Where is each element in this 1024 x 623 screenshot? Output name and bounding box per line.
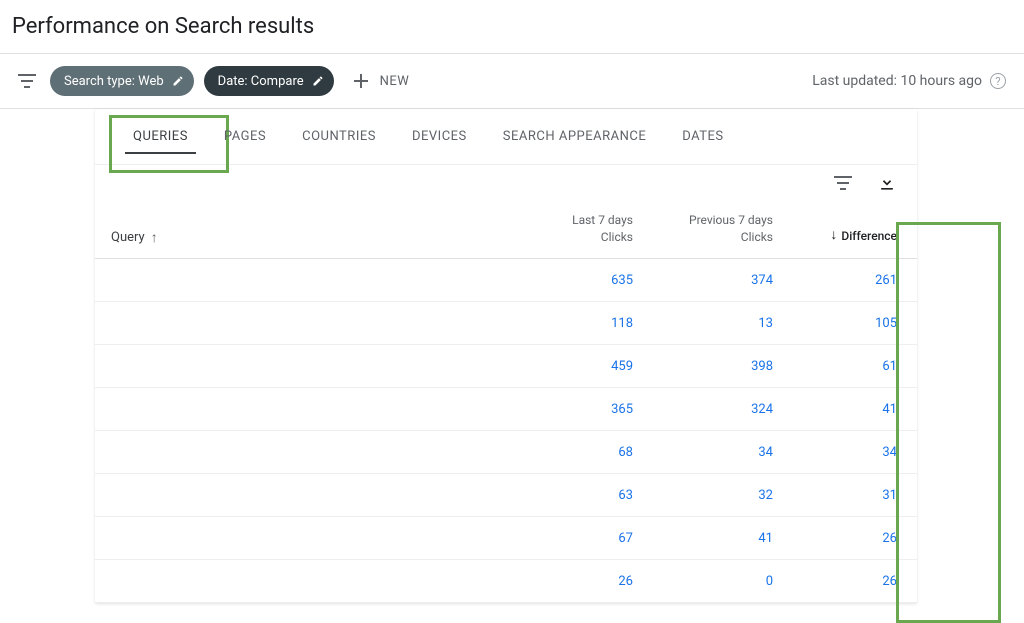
cell-prev-7: 41 <box>657 531 797 546</box>
cell-prev-7: 32 <box>657 488 797 503</box>
table-row[interactable]: 635374261 <box>95 259 917 302</box>
cell-difference: 31 <box>797 488 917 503</box>
chip-search-type-label: Search type: Web <box>64 74 164 89</box>
cell-last-7: 26 <box>527 574 657 589</box>
cell-last-7: 635 <box>527 273 657 288</box>
table-row[interactable]: 45939861 <box>95 345 917 388</box>
sort-asc-icon: ↑ <box>151 229 158 246</box>
chip-date-compare-label: Date: Compare <box>218 74 304 89</box>
column-last-7[interactable]: Last 7 days Clicks <box>527 212 657 246</box>
pencil-icon <box>172 75 184 87</box>
last-updated-text: Last updated: 10 hours ago <box>812 73 982 89</box>
cell-difference: 26 <box>797 531 917 546</box>
chip-search-type[interactable]: Search type: Web <box>50 66 194 96</box>
cell-difference: 26 <box>797 574 917 589</box>
tab-dates[interactable]: DATES <box>664 109 741 164</box>
table-tools <box>95 164 917 199</box>
sort-desc-icon: ↓ <box>830 226 837 246</box>
cell-last-7: 118 <box>527 316 657 331</box>
column-prev-7-l2: Clicks <box>657 229 773 246</box>
cell-last-7: 63 <box>527 488 657 503</box>
table-row[interactable]: 36532441 <box>95 388 917 431</box>
cell-prev-7: 13 <box>657 316 797 331</box>
cell-difference: 61 <box>797 359 917 374</box>
download-icon[interactable] <box>877 173 897 193</box>
table-header: Query ↑ Last 7 days Clicks Previous 7 da… <box>95 199 917 259</box>
table-filter-icon[interactable] <box>833 173 853 193</box>
cell-prev-7: 374 <box>657 273 797 288</box>
cell-difference: 41 <box>797 402 917 417</box>
pencil-icon <box>312 75 324 87</box>
cell-difference: 105 <box>797 316 917 331</box>
cell-last-7: 459 <box>527 359 657 374</box>
cell-last-7: 67 <box>527 531 657 546</box>
tab-countries[interactable]: COUNTRIES <box>284 109 394 164</box>
tab-search-appearance[interactable]: SEARCH APPEARANCE <box>485 109 664 164</box>
column-last-7-l1: Last 7 days <box>527 212 633 229</box>
cell-difference: 261 <box>797 273 917 288</box>
help-icon[interactable]: ? <box>990 73 1006 89</box>
column-difference-label: Difference <box>841 228 897 245</box>
cell-last-7: 68 <box>527 445 657 460</box>
column-query-label: Query <box>111 230 145 245</box>
column-prev-7[interactable]: Previous 7 days Clicks <box>657 212 797 246</box>
column-last-7-l2: Clicks <box>527 229 633 246</box>
filter-bar: Search type: Web Date: Compare NEW Last … <box>0 54 1024 109</box>
table-body: 6353742611181310545939861365324416834346… <box>95 259 917 603</box>
cell-prev-7: 34 <box>657 445 797 460</box>
cell-prev-7: 0 <box>657 574 797 589</box>
results-card: QUERIES PAGES COUNTRIES DEVICES SEARCH A… <box>95 109 917 603</box>
column-difference[interactable]: ↓ Difference <box>797 226 917 246</box>
column-query[interactable]: Query ↑ <box>111 211 527 246</box>
cell-difference: 34 <box>797 445 917 460</box>
tab-queries[interactable]: QUERIES <box>115 109 206 164</box>
table-row[interactable]: 683434 <box>95 431 917 474</box>
table-row[interactable]: 26026 <box>95 560 917 603</box>
tab-devices[interactable]: DEVICES <box>394 109 485 164</box>
cell-prev-7: 324 <box>657 402 797 417</box>
last-updated: Last updated: 10 hours ago ? <box>812 73 1006 89</box>
add-filter-label: NEW <box>380 74 410 89</box>
plus-icon <box>352 72 370 90</box>
table-row[interactable]: 11813105 <box>95 302 917 345</box>
add-filter-button[interactable]: NEW <box>352 72 410 90</box>
table-row[interactable]: 633231 <box>95 474 917 517</box>
chip-date-compare[interactable]: Date: Compare <box>204 66 334 96</box>
cell-last-7: 365 <box>527 402 657 417</box>
page-title: Performance on Search results <box>0 0 1024 54</box>
tabs: QUERIES PAGES COUNTRIES DEVICES SEARCH A… <box>95 109 917 164</box>
table-row[interactable]: 674126 <box>95 517 917 560</box>
filter-icon[interactable] <box>18 74 36 88</box>
tab-pages[interactable]: PAGES <box>206 109 284 164</box>
column-prev-7-l1: Previous 7 days <box>657 212 773 229</box>
cell-prev-7: 398 <box>657 359 797 374</box>
